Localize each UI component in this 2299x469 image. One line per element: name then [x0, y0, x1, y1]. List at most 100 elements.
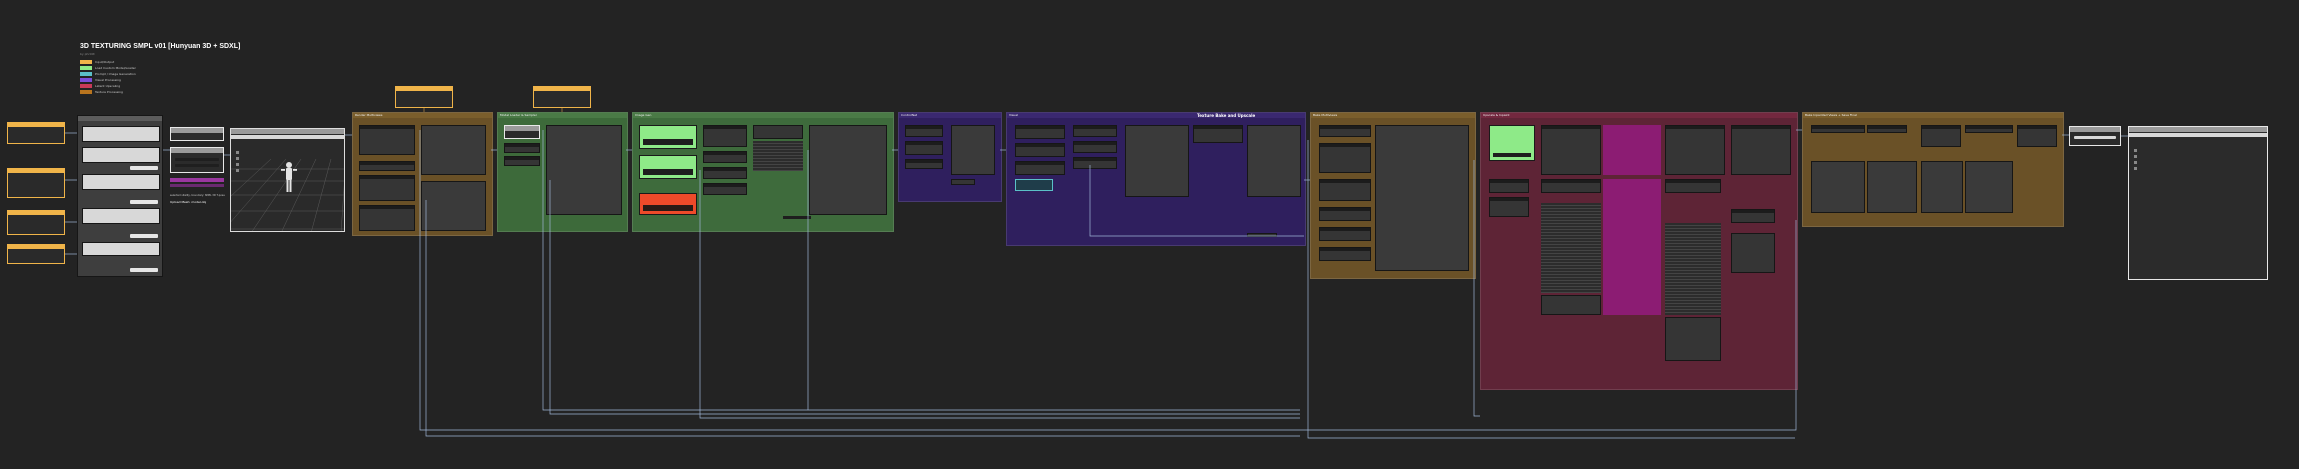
inpaint-node[interactable]: [1731, 233, 1775, 273]
texture-node[interactable]: [1965, 125, 2013, 133]
prompt-text[interactable]: [643, 169, 693, 175]
render-node[interactable]: [359, 175, 415, 201]
group-upscale[interactable]: Upscale & Inpaint: [1480, 112, 1798, 390]
controlnet-loader-node[interactable]: [905, 125, 943, 137]
encode-node[interactable]: [703, 151, 747, 163]
upload-image-node[interactable]: [395, 86, 453, 108]
mesh-widget[interactable]: [175, 164, 219, 167]
visual-node[interactable]: [1073, 157, 1117, 169]
reroute-node[interactable]: [783, 216, 811, 219]
bake-node[interactable]: [1319, 179, 1371, 201]
preview-node[interactable]: [421, 125, 486, 175]
image-preview-node[interactable]: [809, 125, 887, 215]
lora-loader-node[interactable]: [504, 156, 540, 166]
bake-node[interactable]: [1319, 247, 1371, 261]
bake-node[interactable]: [1319, 207, 1371, 221]
upscale-node[interactable]: [1541, 295, 1601, 315]
settings-block[interactable]: [82, 174, 160, 190]
mesh-widget[interactable]: [175, 158, 219, 161]
inpaint-node[interactable]: [1731, 125, 1791, 175]
texture-node[interactable]: [2017, 125, 2057, 147]
upscale-node[interactable]: [1489, 179, 1529, 193]
settings-block[interactable]: [82, 147, 160, 163]
settings-toggle[interactable]: [130, 200, 158, 204]
view-icon[interactable]: [2134, 167, 2137, 170]
input-node-prompt[interactable]: [7, 168, 65, 198]
settings-block[interactable]: [82, 208, 160, 224]
visual-node[interactable]: [1073, 141, 1117, 153]
visual-node[interactable]: [1015, 143, 1065, 157]
view-icon[interactable]: [2134, 161, 2137, 164]
vae-loader-node[interactable]: [504, 143, 540, 153]
model-slot[interactable]: [1493, 153, 1531, 157]
group-texture-finalize[interactable]: Bake Inpainted Views + Save Final: [1802, 112, 2064, 227]
visual-node[interactable]: [1015, 161, 1065, 175]
encode-node[interactable]: [703, 167, 747, 179]
render-node[interactable]: [359, 161, 415, 171]
bake-preview-node[interactable]: [1375, 125, 1469, 271]
render-node[interactable]: [359, 125, 415, 155]
view-icon[interactable]: [2134, 149, 2137, 152]
reroute-node[interactable]: [951, 179, 975, 185]
settings-panel[interactable]: [77, 115, 163, 277]
checkpoint-loader-node[interactable]: [504, 125, 540, 139]
bake-node[interactable]: [1319, 143, 1371, 173]
mask-preview[interactable]: [1603, 125, 1661, 175]
group-visual[interactable]: Visual Texture Bake and Upscale: [1006, 112, 1306, 246]
encode-node[interactable]: [703, 125, 747, 147]
image-slot[interactable]: [643, 205, 693, 211]
ksampler-widgets[interactable]: [753, 141, 803, 171]
inpaint-widgets[interactable]: [1665, 223, 1721, 315]
input-node-negative[interactable]: [7, 210, 65, 235]
settings-toggle[interactable]: [130, 268, 158, 272]
preview-toolbar[interactable]: [2129, 133, 2267, 137]
save-widget[interactable]: [2074, 136, 2116, 139]
visual-preview-node[interactable]: [1125, 125, 1189, 197]
inpaint-node[interactable]: [1665, 179, 1721, 193]
controlnet-preview-node[interactable]: [951, 125, 995, 175]
upscale-node[interactable]: [1541, 125, 1601, 175]
ksampler-node[interactable]: [753, 125, 803, 139]
settings-toggle[interactable]: [130, 234, 158, 238]
encode-node[interactable]: [703, 183, 747, 195]
upscale-node[interactable]: [1541, 179, 1601, 193]
mask-preview[interactable]: [1603, 179, 1661, 315]
visual-node[interactable]: [1073, 125, 1117, 137]
texture-node[interactable]: [1921, 125, 1961, 147]
bake-node[interactable]: [1319, 125, 1371, 137]
preview-node[interactable]: [421, 181, 486, 231]
save-mesh-node[interactable]: [2069, 126, 2121, 146]
input-node-seed[interactable]: [7, 244, 65, 264]
negative-prompt-node[interactable]: [639, 155, 697, 179]
load-mesh-node[interactable]: [170, 127, 224, 141]
mesh-selector-bar[interactable]: [170, 184, 224, 187]
group-model-loader[interactable]: Model Loader & Sampler: [497, 112, 628, 232]
prompt-text[interactable]: [643, 139, 693, 145]
upscale-model-loader-node[interactable]: [1489, 125, 1535, 161]
upscale-widgets[interactable]: [1541, 203, 1601, 293]
controlnet-image-node[interactable]: [639, 193, 697, 215]
group-controlnet[interactable]: ControlNet: [898, 112, 1002, 202]
settings-block[interactable]: [82, 242, 160, 256]
texture-preview-node[interactable]: [1867, 161, 1917, 213]
visual-preview-node[interactable]: [1247, 125, 1301, 197]
settings-block[interactable]: [82, 126, 160, 142]
texture-preview-node[interactable]: [1811, 161, 1865, 213]
group-image-gen[interactable]: Image Gen: [632, 112, 894, 232]
input-node-mesh[interactable]: [7, 122, 65, 144]
mesh-settings-node[interactable]: [170, 147, 224, 173]
3d-mesh-viewer[interactable]: [230, 128, 345, 232]
mesh-selector-bar[interactable]: [170, 178, 224, 182]
inpaint-node[interactable]: [1665, 125, 1725, 175]
upscale-node[interactable]: [1489, 197, 1529, 217]
reroute-node[interactable]: [1247, 233, 1277, 237]
bake-node[interactable]: [1319, 227, 1371, 241]
sampler-preview-node[interactable]: [546, 125, 622, 215]
final-3d-preview-node[interactable]: [2128, 126, 2268, 280]
upload-reference-node[interactable]: [533, 86, 591, 108]
group-render-multiviews[interactable]: Render Multiviews: [352, 112, 493, 236]
visual-node[interactable]: [1015, 125, 1065, 139]
controlnet-apply-node[interactable]: [905, 141, 943, 155]
texture-node[interactable]: [1867, 125, 1907, 133]
view-icon[interactable]: [2134, 155, 2137, 158]
